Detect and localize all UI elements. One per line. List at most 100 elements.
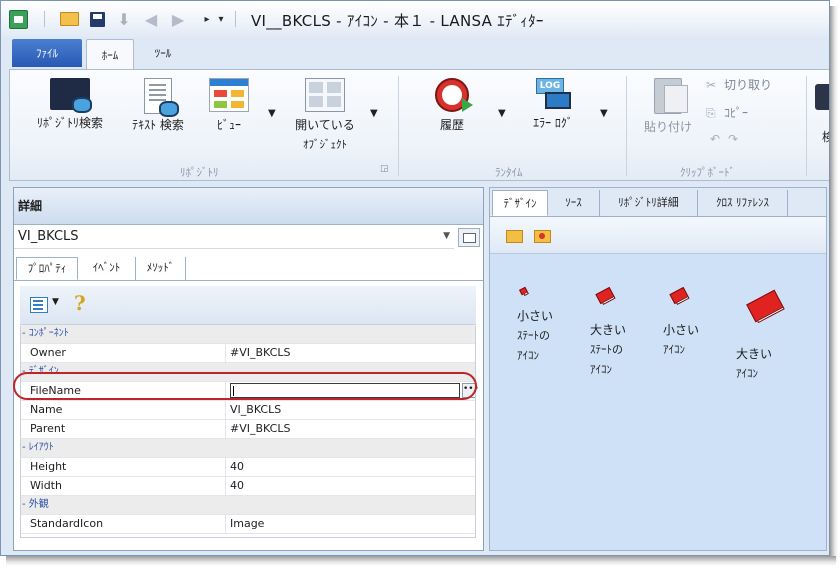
- design-canvas[interactable]: 小さい ｽﾃｰﾄの ｱｲｺﾝ 大きい ｽﾃｰﾄの ｱｲｺﾝ 小さい ｱｲｺﾝ 大…: [490, 254, 826, 550]
- property-row-height[interactable]: Height 40: [20, 458, 476, 477]
- tab-file[interactable]: ﾌｧｲﾙ: [12, 39, 82, 67]
- customize-quick-access-icon[interactable]: ▾: [211, 9, 231, 29]
- help-icon[interactable]: ?: [74, 291, 86, 315]
- open-objects-icon: [305, 78, 345, 112]
- repository-search-icon: [50, 78, 92, 113]
- group-launcher-icon[interactable]: ◲: [380, 164, 389, 174]
- property-grid: - ｺﾝﾎﾟｰﾈﾝﾄ Owner #VI_BKCLS - ﾃﾞｻﾞｲﾝ File…: [20, 324, 479, 534]
- text-search-icon: [144, 78, 179, 117]
- repository-search-button[interactable]: ﾘﾎﾟｼﾞﾄﾘ検索: [24, 78, 116, 131]
- icon-label-small: 小さい ｱｲｺﾝ: [663, 323, 700, 356]
- error-log-dropdown-icon[interactable]: ▼: [600, 108, 608, 119]
- paste-icon: [654, 78, 688, 114]
- scissors-icon: ✂: [706, 78, 717, 92]
- small-book-icon[interactable]: [669, 286, 689, 305]
- category-appearance[interactable]: - 外観: [20, 496, 476, 515]
- property-row-standardicon[interactable]: StandardIcon Image: [20, 515, 476, 534]
- view-options-dropdown-icon[interactable]: ▼: [52, 297, 59, 307]
- view-button[interactable]: ﾋﾞｭｰ: [206, 78, 252, 133]
- small-state-book-icon[interactable]: [519, 286, 528, 296]
- tab-events[interactable]: ｲﾍﾞﾝﾄ: [78, 257, 136, 280]
- open-objects-label-line1: 開いている: [295, 118, 355, 132]
- binoculars-icon[interactable]: [815, 84, 829, 110]
- tab-methods[interactable]: ﾒｿｯﾄﾞ: [136, 257, 186, 280]
- icon-label-large: 大きい ｱｲｺﾝ: [736, 347, 773, 380]
- icon-label-small-state: 小さい ｽﾃｰﾄの ｱｲｺﾝ: [517, 309, 554, 362]
- open-objects-dropdown-icon[interactable]: ▼: [370, 108, 378, 119]
- details-panel-title: 詳細: [14, 188, 483, 225]
- property-value: 40: [230, 460, 244, 473]
- object-selector-value: VI_BKCLS: [18, 229, 79, 244]
- open-objects-button[interactable]: 開いている ｵﾌﾞｼﾞｪｸﾄ: [282, 78, 368, 152]
- text-search-button[interactable]: ﾃｷｽﾄ 検索: [122, 78, 194, 133]
- details-subtabs: ﾌﾟﾛﾊﾟﾃｨ ｲﾍﾞﾝﾄ ﾒｿｯﾄﾞ: [14, 254, 483, 281]
- property-value: #VI_BKCLS: [230, 422, 291, 435]
- tab-properties[interactable]: ﾌﾟﾛﾊﾟﾃｨ: [16, 257, 78, 280]
- view-dropdown-icon[interactable]: ▼: [268, 108, 276, 119]
- view-label: ﾋﾞｭｰ: [216, 118, 241, 132]
- undo-icon[interactable]: ↶: [710, 132, 728, 146]
- property-row-name[interactable]: Name VI_BKCLS: [20, 401, 476, 420]
- editor-window: ⬇ ◀ ▶ ▸ ▾ VI__BKCLS - ｱｲｺﾝ - 本１ - LANSA …: [0, 0, 830, 556]
- save-icon[interactable]: [87, 9, 107, 29]
- chevron-down-icon[interactable]: ▼: [443, 231, 450, 241]
- back-arrow-icon[interactable]: ◀: [141, 9, 161, 29]
- folder-image-icon[interactable]: [534, 230, 551, 243]
- cut-label: 切り取り: [724, 78, 773, 92]
- error-log-button[interactable]: ｴﾗｰ ﾛｸﾞ: [520, 78, 586, 131]
- copy-icon: ⎘: [706, 106, 716, 120]
- view-icon: [209, 78, 249, 112]
- property-value: 40: [230, 479, 244, 492]
- large-state-book-icon[interactable]: [595, 286, 615, 305]
- property-name: Name: [30, 403, 63, 416]
- large-book-icon[interactable]: [746, 289, 784, 323]
- tab-tools[interactable]: ﾂｰﾙ: [143, 39, 183, 67]
- property-value: #VI_BKCLS: [230, 346, 291, 359]
- details-panel: 詳細 VI_BKCLS ▼ ﾌﾟﾛﾊﾟﾃｨ ｲﾍﾞﾝﾄ ﾒｿｯﾄﾞ ▼ ? - …: [13, 187, 484, 551]
- history-dropdown-icon[interactable]: ▼: [498, 108, 506, 119]
- categorized-view-icon[interactable]: [30, 297, 48, 313]
- download-icon[interactable]: ⬇: [114, 9, 134, 29]
- error-log-icon: [535, 78, 571, 110]
- property-value: VI_BKCLS: [230, 403, 282, 416]
- property-row-parent[interactable]: Parent #VI_BKCLS: [20, 420, 476, 439]
- category-component[interactable]: - ｺﾝﾎﾟｰﾈﾝﾄ: [20, 325, 476, 344]
- forward-arrow-icon[interactable]: ▶: [168, 9, 188, 29]
- redo-icon[interactable]: ↷: [728, 132, 746, 146]
- property-name: StandardIcon: [30, 517, 104, 530]
- ribbon-tab-row: ﾌｧｲﾙ ﾎｰﾑ ﾂｰﾙ: [1, 37, 829, 70]
- paste-button[interactable]: 貼り付け: [636, 78, 700, 135]
- tab-home[interactable]: ﾎｰﾑ: [86, 39, 134, 70]
- tab-cross-reference[interactable]: ｸﾛｽ ﾘﾌｧﾚﾝｽ: [698, 190, 788, 216]
- text-search-label: ﾃｷｽﾄ 検索: [132, 118, 184, 132]
- property-row-width[interactable]: Width 40: [20, 477, 476, 496]
- property-name: Parent: [30, 422, 66, 435]
- undo-redo-buttons[interactable]: ↶ ↷: [710, 132, 746, 146]
- property-grid-toolbar: ▼ ?: [20, 286, 476, 324]
- cut-button[interactable]: ✂ 切り取り: [706, 76, 772, 93]
- category-layout[interactable]: - ﾚｲｱｳﾄ: [20, 439, 476, 458]
- copy-label: ｺﾋﾟｰ: [724, 106, 749, 120]
- copy-button[interactable]: ⎘ ｺﾋﾟｰ: [706, 104, 748, 121]
- tab-repository-details[interactable]: ﾘﾎﾟｼﾞﾄﾘ詳細: [600, 190, 698, 216]
- title-bar: ⬇ ◀ ▶ ▸ ▾ VI__BKCLS - ｱｲｺﾝ - 本１ - LANSA …: [1, 1, 829, 37]
- history-button[interactable]: 履歴: [420, 78, 484, 133]
- open-folder-icon[interactable]: [59, 9, 79, 29]
- property-name: Width: [30, 479, 62, 492]
- property-row-owner[interactable]: Owner #VI_BKCLS: [20, 344, 476, 363]
- qa-separator: [44, 11, 45, 27]
- object-selector[interactable]: VI_BKCLS ▼: [14, 226, 454, 249]
- tab-source[interactable]: ｿｰｽ: [548, 190, 600, 216]
- history-label: 履歴: [439, 118, 464, 132]
- search-edge-label[interactable]: 検: [822, 128, 829, 145]
- property-name: Height: [30, 460, 67, 473]
- folder-arrow-icon[interactable]: [506, 230, 523, 243]
- runtime-group-label: ﾗﾝﾀｲﾑ: [495, 166, 523, 179]
- app-icon[interactable]: [9, 10, 28, 29]
- filename-highlight-ellipse: [13, 372, 477, 400]
- object-open-button[interactable]: [458, 228, 480, 247]
- tab-design[interactable]: ﾃﾞｻﾞｲﾝ: [492, 190, 548, 216]
- window-shadow-right: [830, 6, 838, 562]
- group-separator: [398, 76, 399, 176]
- open-objects-label-line2: ｵﾌﾞｼﾞｪｸﾄ: [303, 138, 347, 151]
